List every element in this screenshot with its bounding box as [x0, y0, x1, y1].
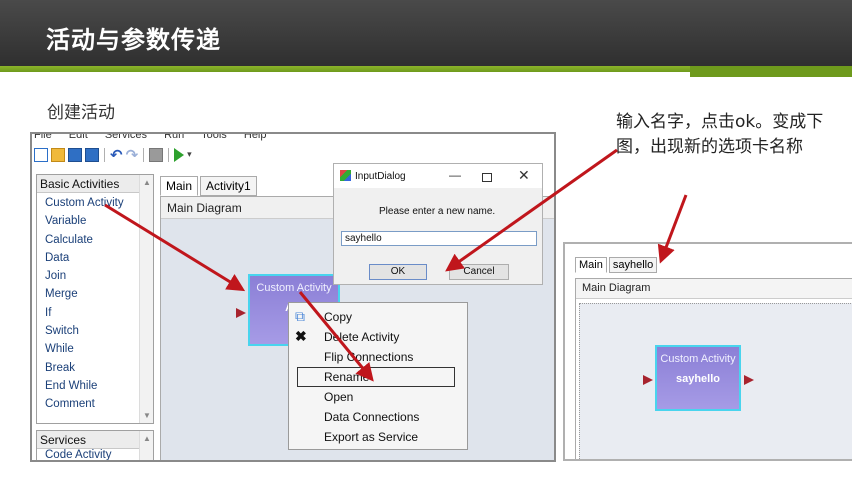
input-connector-icon[interactable]	[236, 308, 246, 318]
dialog-app-icon	[340, 170, 351, 181]
panel-scrollbar[interactable]: ▲ ▼	[139, 175, 153, 423]
menubar: File Edit Services Run Tools Help	[32, 134, 554, 141]
activity-item-while[interactable]: While	[45, 340, 153, 358]
maximize-icon[interactable]	[482, 173, 492, 182]
service-item-code-activity[interactable]: Code Activity	[37, 449, 153, 460]
redo-icon[interactable]: ↷	[126, 148, 139, 163]
minimize-icon[interactable]: —	[449, 168, 461, 182]
cancel-button[interactable]: Cancel	[449, 264, 509, 280]
menu-item-label: Data Connections	[324, 410, 420, 424]
diagram-tabs: Main Activity1	[160, 174, 259, 196]
menu-item-delete-activity[interactable]: ✖ Delete Activity	[289, 327, 467, 347]
scroll-up-icon[interactable]: ▲	[143, 434, 151, 443]
toolbar-separator	[104, 148, 105, 162]
menu-item-label: Flip Connections	[324, 350, 414, 364]
activity-item-variable[interactable]: Variable	[45, 212, 153, 230]
close-icon[interactable]: ✕	[518, 167, 530, 184]
diagram-header: Main Diagram	[576, 279, 852, 299]
scroll-down-icon[interactable]: ▼	[143, 411, 151, 420]
slide-header: 活动与参数传递	[0, 0, 852, 66]
new-file-icon[interactable]	[34, 148, 48, 162]
menu-item-label: Rename	[324, 370, 370, 384]
menu-help[interactable]: Help	[244, 134, 267, 141]
activity-item-switch[interactable]: Switch	[45, 322, 153, 340]
tab-main[interactable]: Main	[575, 257, 607, 273]
input-dialog: InputDialog — ✕ Please enter a new name.…	[333, 163, 543, 285]
menu-item-label: Copy	[324, 310, 353, 324]
menu-run[interactable]: Run	[164, 134, 184, 141]
activity-item-comment[interactable]: Comment	[45, 395, 153, 413]
run-icon[interactable]	[174, 148, 185, 162]
activity-item-end-while[interactable]: End While	[45, 377, 153, 395]
services-scrollbar[interactable]: ▲	[139, 431, 153, 460]
menu-item-export-as-service[interactable]: Export as Service	[289, 427, 467, 447]
activity-item-merge[interactable]: Merge	[45, 285, 153, 303]
menu-services[interactable]: Services	[105, 134, 147, 141]
diagram-tabs: Main sayhello	[575, 257, 659, 273]
menu-item-label: Delete Activity	[324, 330, 400, 344]
toolbar-separator	[143, 148, 145, 162]
sayhello-activity-node[interactable]: Custom Activity sayhello	[655, 345, 741, 411]
menu-tools[interactable]: Tools	[201, 134, 227, 141]
activity-node-title: Custom Activity	[256, 282, 332, 294]
menu-item-flip-connections[interactable]: Flip Connections	[289, 347, 467, 367]
tab-activity1[interactable]: Activity1	[200, 176, 257, 196]
dropdown-icon[interactable]: ▾	[187, 150, 192, 160]
menu-item-data-connections[interactable]: Data Connections	[289, 407, 467, 427]
activity-item-join[interactable]: Join	[45, 267, 153, 285]
delete-icon: ✖	[295, 328, 307, 344]
annotation-text: 输入名字，点击ok。变成下图，出现新的选项卡名称	[616, 112, 824, 157]
save-icon[interactable]	[68, 148, 82, 162]
services-panel: Services Code Activity ▲	[36, 430, 154, 460]
accent-block	[690, 66, 852, 77]
dialog-titlebar[interactable]: InputDialog — ✕	[334, 164, 542, 188]
dialog-prompt: Please enter a new name.	[379, 206, 496, 217]
activity-item-custom-activity[interactable]: Custom Activity	[45, 194, 153, 212]
diagram-title: Main Diagram	[167, 201, 242, 215]
panel-header[interactable]: Basic Activities	[37, 175, 153, 193]
toolbar-separator	[168, 148, 170, 162]
menu-file[interactable]: File	[34, 134, 52, 141]
input-connector-icon[interactable]	[643, 375, 653, 385]
copy-icon: ⧉	[295, 308, 305, 324]
menu-item-rename[interactable]: Rename	[289, 367, 467, 387]
name-input[interactable]: sayhello	[341, 231, 537, 246]
dialog-title: InputDialog	[355, 171, 406, 182]
tab-main[interactable]: Main	[160, 176, 199, 196]
slide-title: 活动与参数传递	[46, 26, 221, 54]
activity-item-break[interactable]: Break	[45, 359, 153, 377]
services-panel-header[interactable]: Services	[37, 431, 153, 449]
menu-item-label: Open	[324, 390, 354, 404]
diagram-title: Main Diagram	[582, 282, 651, 294]
menu-item-open[interactable]: Open	[289, 387, 467, 407]
menu-item-copy[interactable]: ⧉ Copy	[289, 307, 467, 327]
activity-item-data[interactable]: Data	[45, 249, 153, 267]
toolbar: ↶ ↷ ▾	[34, 144, 192, 166]
activity-list: Custom Activity Variable Calculate Data …	[37, 193, 153, 414]
activity-node-title: Custom Activity	[660, 353, 736, 365]
print-icon[interactable]	[149, 148, 164, 162]
highlight-frame	[297, 367, 455, 387]
section-label: 创建活动	[47, 103, 115, 123]
activity-item-calculate[interactable]: Calculate	[45, 231, 153, 249]
context-menu: ⧉ Copy ✖ Delete Activity Flip Connection…	[288, 302, 468, 450]
menu-item-label: Export as Service	[324, 430, 419, 444]
basic-activities-panel: Basic Activities Custom Activity Variabl…	[36, 174, 154, 424]
scroll-up-icon[interactable]: ▲	[143, 178, 151, 187]
activity-node-name: sayhello	[675, 373, 721, 385]
activity-item-if[interactable]: If	[45, 304, 153, 322]
open-folder-icon[interactable]	[51, 148, 65, 162]
undo-icon[interactable]: ↶	[110, 148, 123, 163]
menu-edit[interactable]: Edit	[69, 134, 88, 141]
ok-button[interactable]: OK	[369, 264, 427, 280]
save-as-icon[interactable]	[85, 148, 99, 162]
tab-sayhello[interactable]: sayhello	[608, 257, 658, 273]
output-connector-icon[interactable]	[744, 375, 754, 385]
